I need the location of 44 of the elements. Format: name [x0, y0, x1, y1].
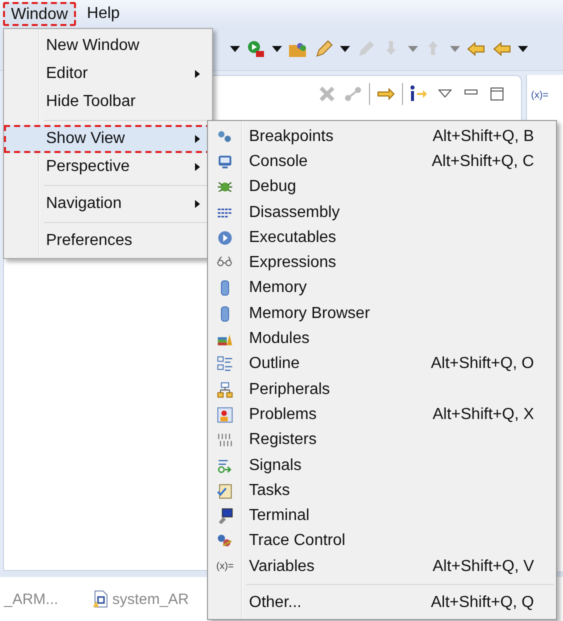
- menu-item[interactable]: Peripherals: [208, 376, 556, 402]
- menu-item[interactable]: Editor: [4, 60, 212, 88]
- menu-item[interactable]: Expressions: [208, 250, 556, 276]
- menu-item[interactable]: (x)= Variables Alt+Shift+Q, V: [208, 554, 556, 580]
- menu-item[interactable]: Terminal: [208, 503, 556, 529]
- clipboard-check-icon: [216, 482, 234, 500]
- variables-icon: (x)=: [216, 561, 234, 572]
- run-icon[interactable]: [246, 39, 266, 59]
- info-arrow-icon[interactable]: [409, 84, 429, 104]
- hierarchy-icon: [216, 380, 234, 399]
- terminal-icon: [216, 507, 234, 526]
- monitor-icon: [216, 152, 234, 171]
- menu-bar-item[interactable]: Window: [3, 2, 76, 26]
- menu-item[interactable]: Memory: [208, 276, 556, 302]
- menu-item[interactable]: Disassembly: [208, 200, 556, 226]
- alert-card-icon: [216, 406, 234, 424]
- menu-item[interactable]: Registers: [208, 428, 556, 453]
- left-arrow-icon[interactable]: [492, 39, 512, 59]
- menu-bar-item[interactable]: Help: [80, 2, 127, 26]
- dropdown-caret-icon[interactable]: [340, 46, 350, 52]
- menu-item[interactable]: Debug: [208, 174, 556, 200]
- menu-item[interactable]: Executables: [208, 225, 556, 250]
- menu-item[interactable]: Signals: [208, 452, 556, 478]
- menu-item[interactable]: Modules: [208, 326, 556, 352]
- nodes-icon[interactable]: [343, 84, 363, 104]
- dropdown-caret-icon[interactable]: [230, 46, 240, 52]
- dropdown-caret-icon[interactable]: [518, 46, 528, 52]
- dropdown-caret-icon[interactable]: [272, 46, 282, 52]
- c-file-icon: [92, 590, 108, 608]
- editor-tab-label[interactable]: _ARM...: [4, 590, 58, 608]
- menu-item[interactable]: Tasks: [208, 478, 556, 504]
- menu-item[interactable]: Memory Browser: [208, 301, 556, 326]
- variables-tab-label[interactable]: (x)=: [531, 90, 548, 101]
- menu-item[interactable]: Problems Alt+Shift+Q, X: [208, 402, 556, 428]
- binary-icon: [216, 431, 234, 450]
- play-circle-icon: [216, 228, 234, 247]
- menu-item[interactable]: Outline Alt+Shift+Q, O: [208, 352, 556, 377]
- menu-item[interactable]: Other... Alt+Shift+Q, Q: [208, 590, 556, 616]
- editor-tab-label[interactable]: system_AR: [112, 590, 189, 608]
- left-arrow-icon[interactable]: [466, 39, 486, 59]
- menu-item[interactable]: Hide Toolbar: [4, 88, 212, 116]
- outline-icon: [216, 355, 234, 374]
- pencil-icon[interactable]: [314, 39, 334, 59]
- menu-item[interactable]: Trace Control: [208, 528, 556, 554]
